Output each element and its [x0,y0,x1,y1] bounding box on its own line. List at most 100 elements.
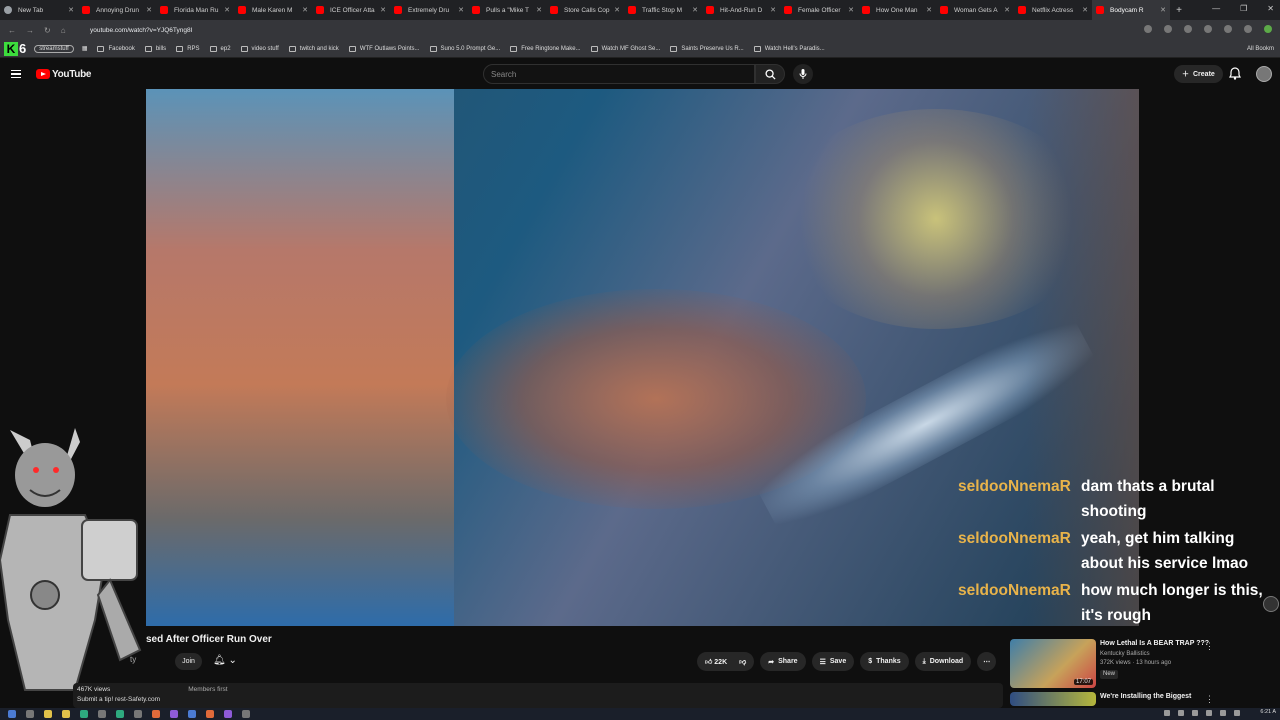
start-icon[interactable] [8,710,16,718]
chrome-icon[interactable] [206,710,214,718]
close-tab-icon[interactable]: ✕ [614,6,620,14]
browser-tab[interactable]: Female Officer ✕ [780,0,858,20]
related-video-channel[interactable]: Kentucky Ballistics [1100,650,1209,659]
browser-tab[interactable]: Traffic Stop M ✕ [624,0,702,20]
taskbar-app-icon[interactable] [62,710,70,718]
related-video-item[interactable]: We're Installing the Biggest ⋮ [1010,692,1280,706]
close-tab-icon[interactable]: ✕ [146,6,152,14]
taskbar-app-icon[interactable] [134,710,142,718]
url-field[interactable]: youtube.com/watch?v=YJQ6Tyng8I [90,27,192,34]
more-options-icon[interactable]: ⋮ [1205,694,1214,705]
maximize-icon[interactable]: ❐ [1240,4,1247,13]
close-tab-icon[interactable]: ✕ [1004,6,1010,14]
browser-tab[interactable]: Annoying Drun ✕ [78,0,156,20]
browser-tab[interactable]: Pulls a "Mike T ✕ [468,0,546,20]
close-tab-icon[interactable]: ✕ [1082,6,1088,14]
taskbar-app-icon[interactable] [152,710,160,718]
description-link[interactable]: rest-Safety.com [115,696,160,703]
sidebar-icon[interactable] [1244,25,1252,33]
close-tab-icon[interactable]: ✕ [68,6,74,14]
save-button[interactable]: ☰ Save [811,652,855,671]
taskbar-app-icon[interactable] [188,710,196,718]
download-button[interactable]: ⤓ Download [914,652,972,671]
taskbar-app-icon[interactable] [170,710,178,718]
browser-tab[interactable]: How One Man ✕ [858,0,936,20]
bookmark-streamstuff[interactable]: streamstuff [34,44,74,53]
extension-icon[interactable] [1144,25,1152,33]
more-actions-button[interactable]: ⋯ [977,652,997,671]
close-tab-icon[interactable]: ✕ [692,6,698,14]
voice-search-button[interactable] [793,64,813,84]
close-tab-icon[interactable]: ✕ [848,6,854,14]
browser-tab[interactable]: Woman Gets A ✕ [936,0,1014,20]
bookmark-item[interactable]: Facebook [97,45,135,52]
browser-tab[interactable]: Male Karen M ✕ [234,0,312,20]
menu-icon[interactable] [11,69,21,79]
bookmark-folder[interactable]: video stuff [240,45,279,52]
search-button[interactable] [755,64,785,84]
reload-icon[interactable]: ↻ [44,26,51,35]
related-video-title[interactable]: We're Installing the Biggest [1100,692,1191,701]
extension-icon[interactable] [1184,25,1192,33]
new-tab-button[interactable]: + [1170,5,1188,16]
back-icon[interactable]: ← [8,26,16,35]
k6-logo[interactable]: K6 [4,41,26,56]
share-button[interactable]: ➦ Share [760,652,806,671]
bookmark-item[interactable]: Saints Preserve Us R... [670,45,744,52]
extensions-puzzle-icon[interactable] [1224,25,1232,33]
close-tab-icon[interactable]: ✕ [770,6,776,14]
apps-grid-icon[interactable]: ▦ [82,45,88,52]
channel-name[interactable]: ty [130,655,136,664]
related-video-item[interactable]: 17:07 How Lethal Is A BEAR TRAP ??? Kent… [1010,639,1280,688]
close-tab-icon[interactable]: ✕ [380,6,386,14]
tray-icon[interactable] [1192,710,1198,716]
bookmark-item[interactable]: Watch MF Ghost Se... [590,45,660,52]
create-button[interactable]: ＋ Create [1174,65,1223,83]
bookmark-folder[interactable]: bills [144,45,166,52]
minimize-icon[interactable]: — [1212,4,1220,13]
close-tab-icon[interactable]: ✕ [224,6,230,14]
close-tab-icon[interactable]: ✕ [1160,6,1166,14]
taskbar-app-icon[interactable] [224,710,232,718]
browser-tab[interactable]: Store Calls Cop ✕ [546,0,624,20]
dislike-button[interactable]: 👎︎ [739,657,746,666]
browser-tab[interactable]: ICE Officer Atta ✕ [312,0,390,20]
video-thumbnail[interactable] [1010,692,1096,706]
browser-tab[interactable]: Netflix Actress ✕ [1014,0,1092,20]
join-button[interactable]: Join [175,653,202,670]
youtube-logo[interactable]: YouTube [34,69,92,80]
search-input[interactable]: Search [483,64,755,84]
like-button[interactable]: 👍︎ 22K [705,657,727,666]
close-tab-icon[interactable]: ✕ [536,6,542,14]
thanks-button[interactable]: $ Thanks [860,652,909,671]
bookmark-folder[interactable]: twitch and kick [288,45,339,52]
bookmark-item[interactable]: Watch Hell's Paradis... [753,45,825,52]
close-tab-icon[interactable]: ✕ [926,6,932,14]
browser-tab[interactable]: Extremely Dru ✕ [390,0,468,20]
taskbar-app-icon[interactable] [80,710,88,718]
bookmark-star-icon[interactable] [1164,25,1172,33]
home-icon[interactable]: ⌂ [61,26,66,35]
bookmark-item[interactable]: Free Ringtone Make... [510,45,581,52]
subscription-bell-icon[interactable]: 🔔︎ ⌄ [213,655,237,666]
avatar[interactable] [1256,66,1272,82]
close-tab-icon[interactable]: ✕ [302,6,308,14]
tray-icon[interactable] [1178,710,1184,716]
tray-icon[interactable] [1220,710,1226,716]
bookmark-folder[interactable]: ep2 [209,45,231,52]
notifications-bell-icon[interactable] [1229,67,1241,80]
file-explorer-icon[interactable] [44,710,52,718]
browser-tab[interactable]: New Tab ✕ [0,0,78,20]
tray-icon[interactable] [1164,710,1170,716]
bookmark-item[interactable]: Suno 5.0 Prompt Ge... [429,45,500,52]
video-description[interactable]: 467K views Members first Submit a tip! re… [73,683,1003,708]
video-thumbnail[interactable]: 17:07 [1010,639,1096,688]
browser-tab[interactable]: Florida Man Ru ✕ [156,0,234,20]
tray-icon[interactable] [1234,710,1240,716]
taskbar-clock[interactable]: 6:21 A [1260,709,1276,715]
close-tab-icon[interactable]: ✕ [458,6,464,14]
search-icon[interactable] [26,710,34,718]
browser-tab-active[interactable]: Bodycam R ✕ [1092,0,1170,20]
extension-icon[interactable] [1204,25,1212,33]
profile-icon[interactable] [1264,25,1272,33]
